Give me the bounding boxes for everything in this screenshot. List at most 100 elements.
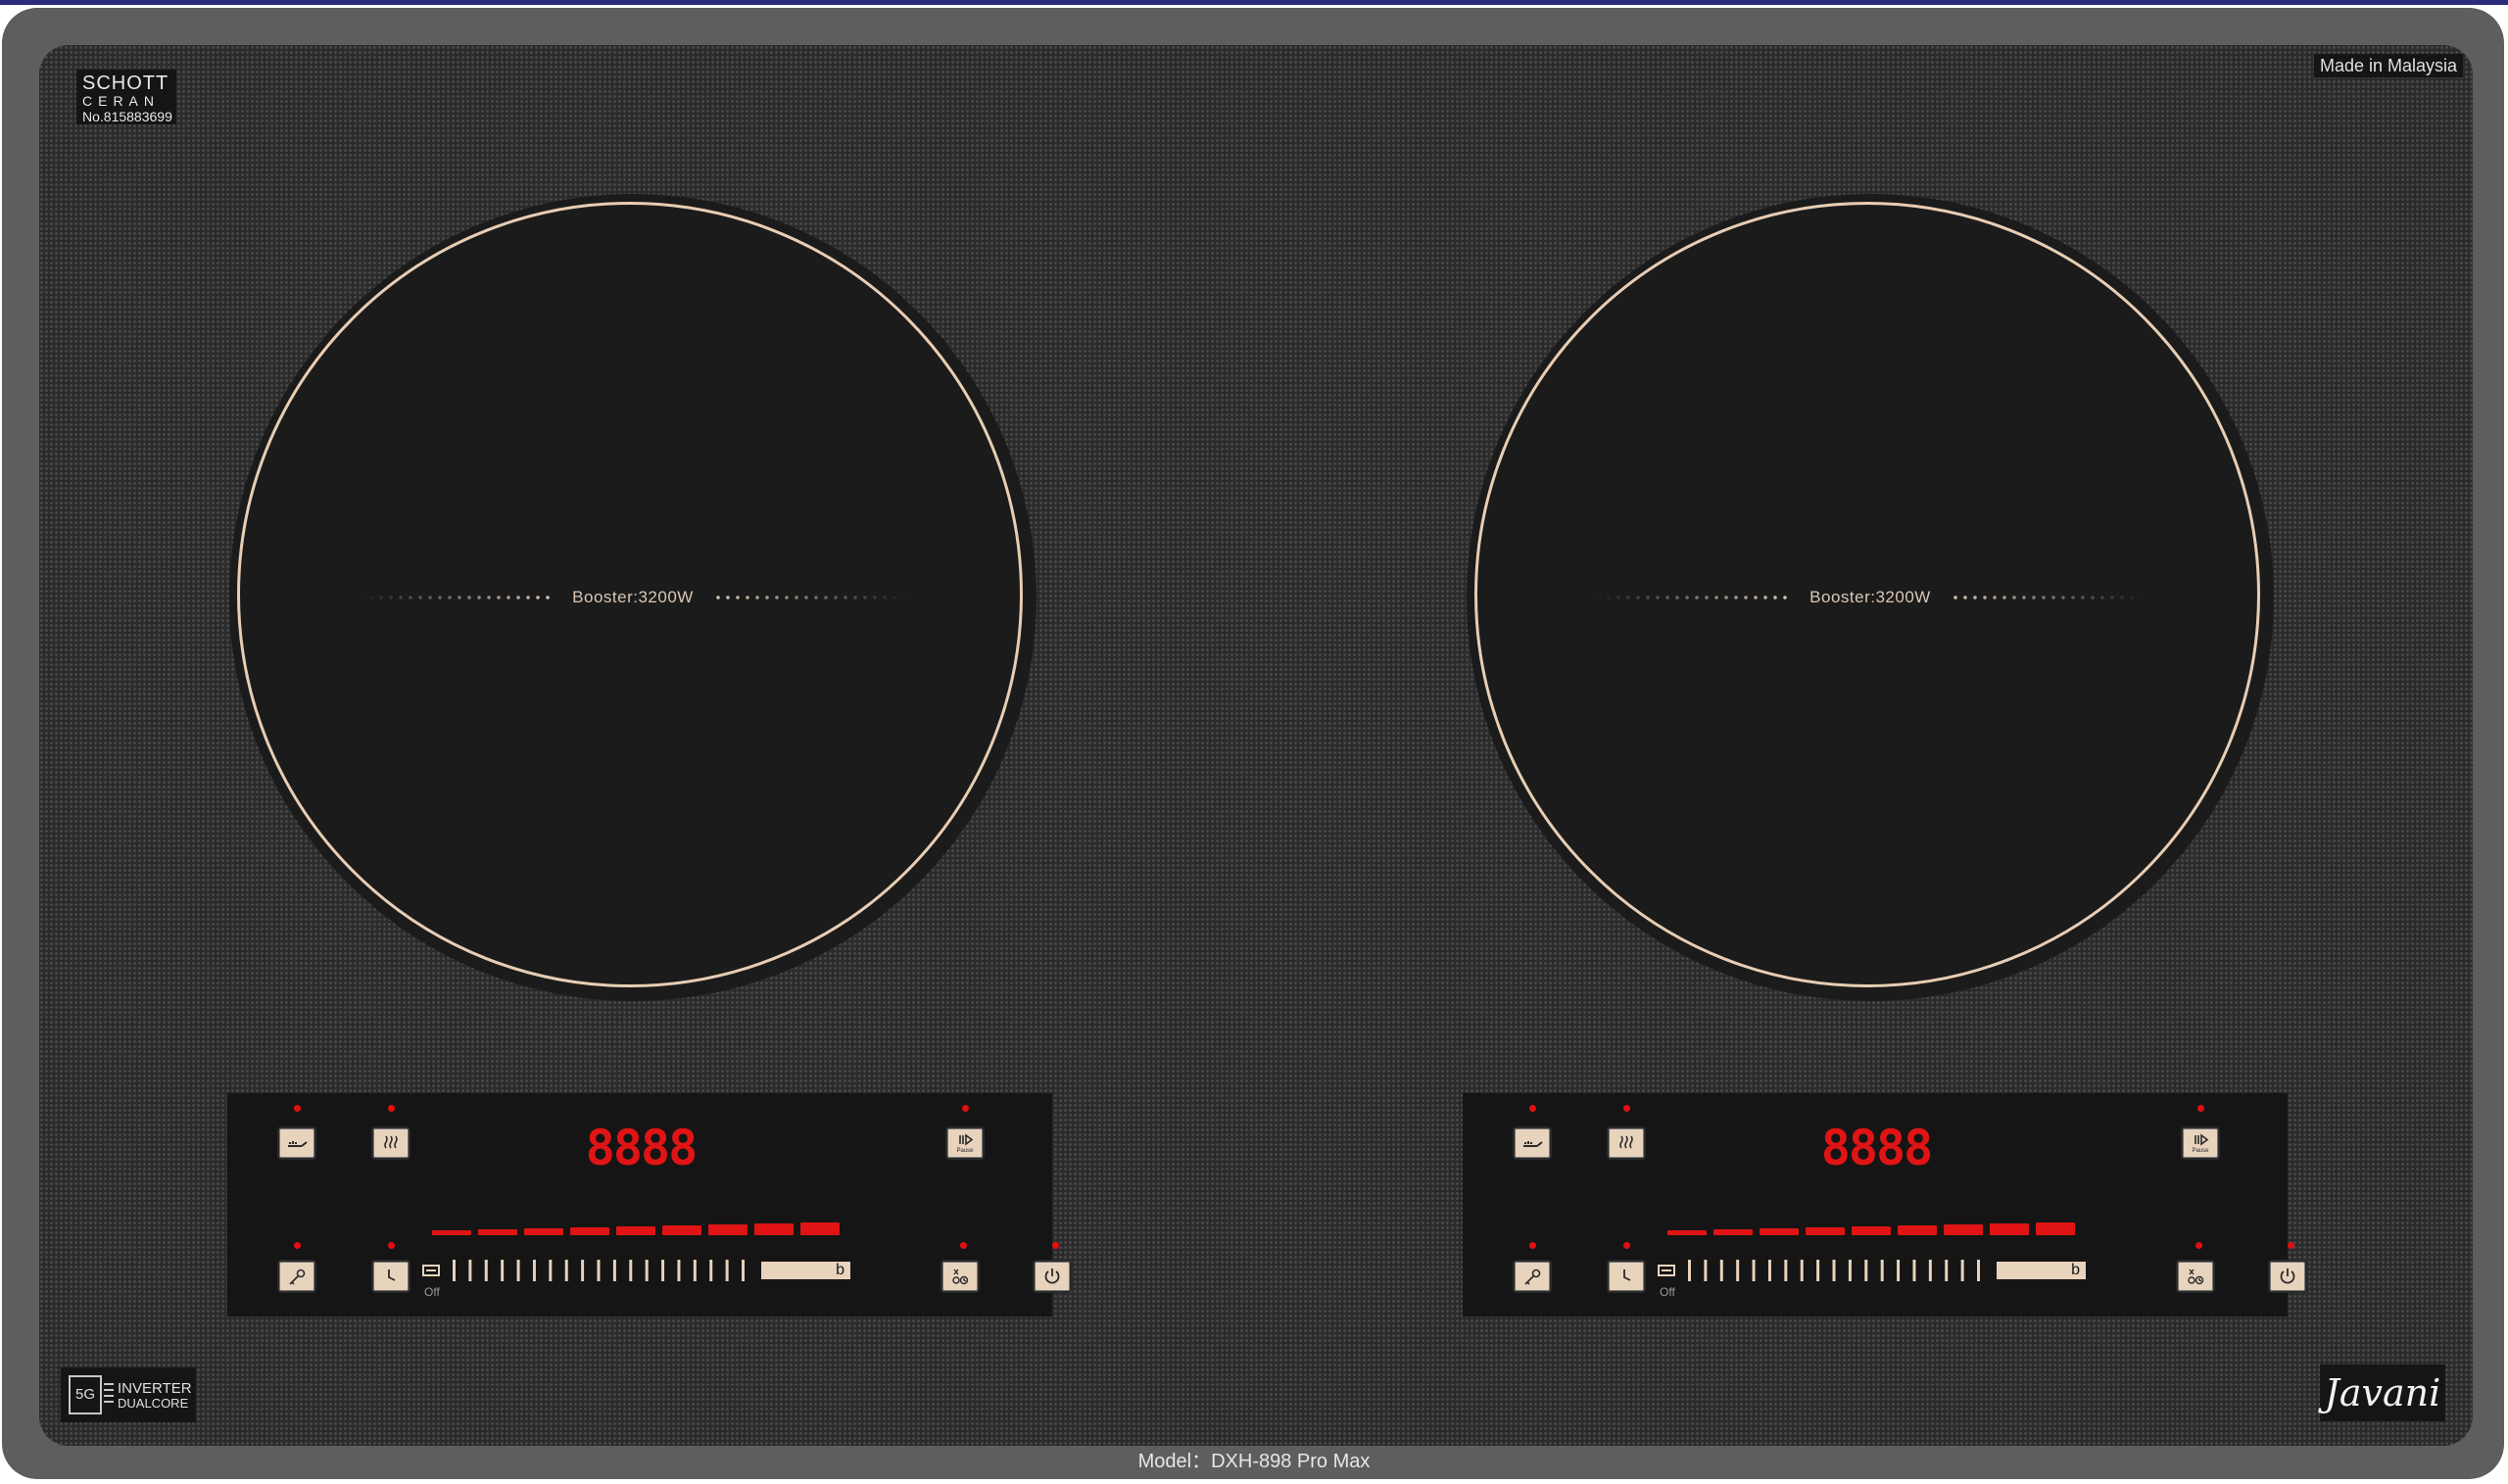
timer-function-icon [2188,1269,2204,1285]
ceramic-glass-surface: SCHOTT CERAN No.815883699 Made in Malays… [39,45,2473,1446]
logo-line-1: SCHOTT [82,72,169,94]
booster-marking: Booster:3200W [229,586,1037,609]
power-slider[interactable]: b [1658,1260,2086,1283]
power-bar [1667,1230,1707,1235]
off-label: Off [1660,1285,1675,1299]
power-bar [1898,1225,1937,1235]
off-icon [422,1265,440,1276]
power-bar [432,1230,471,1235]
power-button[interactable] [1033,1260,1072,1293]
power-icon [1044,1269,1060,1284]
top-edge-line [0,0,2508,5]
indicator-led [2288,1242,2294,1249]
slider-ticks [453,1260,756,1281]
frying-pan-icon [1523,1141,1543,1147]
boost-key[interactable]: b [1997,1262,2086,1279]
schott-ceran-logo: SCHOTT CERAN No.815883699 [76,70,176,124]
logo-line-2: CERAN [82,93,161,109]
indicator-led [1623,1242,1630,1249]
boost-key-label: b [2071,1262,2080,1278]
pause-button[interactable]: Pause [945,1126,985,1160]
dotted-line-right [1950,596,2146,599]
keep-warm-button[interactable] [371,1126,410,1160]
indicator-led [1052,1242,1059,1249]
steam-heat-icon [384,1135,398,1149]
power-bar [570,1227,609,1235]
indicator-led [294,1242,301,1249]
power-display: 8888 [585,1120,698,1176]
power-bar [1713,1229,1753,1235]
clock-icon [388,1269,396,1281]
power-bar [800,1222,840,1235]
timer-function-button[interactable] [940,1260,980,1293]
power-slider[interactable]: b [422,1260,850,1283]
timer-function-icon [952,1269,969,1285]
keep-warm-button[interactable] [1607,1126,1646,1160]
pause-button[interactable]: Pause [2181,1126,2220,1160]
indicator-led [962,1105,969,1112]
pause-icon: Pause [2192,1133,2209,1154]
control-panel-left: Pause 8888 b Off [227,1093,1072,1316]
booster-label: Booster:3200W [1809,588,1931,606]
lock-button[interactable] [277,1260,316,1293]
made-in-label: Made in Malaysia [2314,54,2464,77]
boost-key[interactable]: b [761,1262,850,1279]
indicator-led [1529,1105,1536,1112]
off-icon [1658,1265,1675,1276]
indicator-led [388,1105,395,1112]
power-display: 8888 [1820,1120,1933,1176]
inverter-badge: 5G INVERTER DUALCORE [61,1367,196,1422]
pause-icon: Pause [956,1133,974,1154]
dualcore-label: DUALCORE [118,1396,189,1411]
power-bar [2036,1222,2075,1235]
frying-pan-button[interactable] [1513,1126,1552,1160]
power-bar [524,1228,563,1235]
indicator-led [388,1242,395,1249]
timer-function-button[interactable] [2176,1260,2215,1293]
power-bar [1760,1228,1799,1235]
power-bar [1990,1223,2029,1235]
dotted-line-left [1594,596,1791,599]
indicator-led [960,1242,967,1249]
power-icon [2280,1269,2295,1284]
cooktop-frame: SCHOTT CERAN No.815883699 Made in Malays… [2,8,2504,1479]
chip-lines [104,1383,114,1407]
power-bar [478,1229,517,1235]
timer-button[interactable] [1607,1260,1646,1293]
indicator-led [1623,1105,1630,1112]
indicator-led [1529,1242,1536,1249]
steam-heat-icon [1619,1135,1633,1149]
indicator-led [2195,1242,2202,1249]
indicator-led [2197,1105,2204,1112]
cooking-zone-left[interactable]: Booster:3200W [229,194,1037,1001]
power-bar [1806,1227,1845,1235]
clock-icon [1623,1269,1631,1281]
pause-key-label: Pause [2192,1148,2209,1154]
power-bar [616,1226,655,1235]
dotted-line-right [712,596,909,599]
chip-icon: 5G [69,1375,102,1414]
off-label: Off [424,1285,440,1299]
power-button[interactable] [2268,1260,2307,1293]
model-label: Model：DXH-898 Pro Max [1137,1451,1371,1472]
dotted-line-left [357,596,554,599]
key-lock-icon [1524,1269,1541,1285]
logo-serial: No.815883699 [82,109,172,124]
lock-button[interactable] [1513,1260,1552,1293]
timer-button[interactable] [371,1260,410,1293]
boost-key-label: b [836,1262,844,1278]
power-level-bars [1667,1222,2081,1235]
power-bar [754,1223,794,1235]
power-bar [708,1224,748,1235]
brand-logo: Javani [2320,1364,2445,1421]
power-bar [1944,1224,1983,1235]
power-bar [1852,1226,1891,1235]
pause-key-label: Pause [956,1148,974,1154]
cooking-zone-right[interactable]: Booster:3200W [1467,194,2274,1001]
key-lock-icon [289,1269,306,1285]
frying-pan-button[interactable] [277,1126,316,1160]
booster-label: Booster:3200W [572,588,694,606]
frying-pan-icon [288,1141,308,1147]
power-bar [662,1225,701,1235]
inverter-label: INVERTER [118,1380,192,1397]
